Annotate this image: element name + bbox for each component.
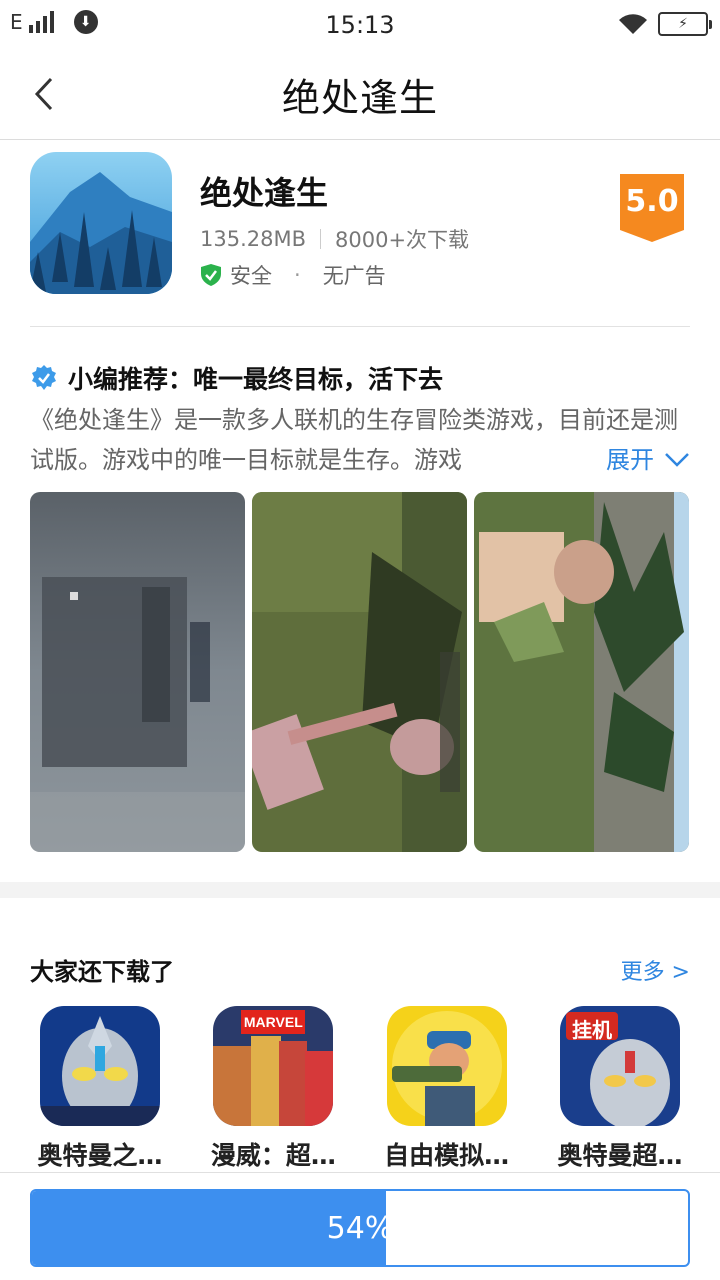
download-count: 8000+次下载 <box>335 228 470 252</box>
network-type: E <box>10 10 23 34</box>
app-name: 绝处逢生 <box>200 174 329 212</box>
recommend-title: 大家还下载了 <box>30 958 174 986</box>
recommend-name: 漫威：超… <box>210 1141 336 1170</box>
app-icon-ultraman-1 <box>40 1006 160 1126</box>
recommend-name: 奥特曼之… <box>37 1141 163 1170</box>
expand-button[interactable]: 展开 <box>602 440 690 480</box>
safe-label: 安全 <box>230 264 272 288</box>
rating-badge: 5.0 <box>620 174 684 244</box>
chevron-left-icon <box>34 77 53 111</box>
screenshot-menu[interactable] <box>30 492 245 852</box>
more-link[interactable]: 更多 > <box>621 954 690 986</box>
status-right: ⚡ <box>618 12 712 36</box>
guaji-badge: 挂机 <box>571 1018 612 1042</box>
progress-label: 54% <box>326 1210 394 1246</box>
recommend-name: 自由模拟… <box>384 1141 510 1170</box>
verified-badge-icon <box>32 365 56 390</box>
screenshot-field-zombie[interactable] <box>474 492 689 852</box>
app-size: 135.28MB <box>200 227 307 251</box>
bottom-bar: 54% <box>0 1172 720 1280</box>
status-left: E ⬇ <box>10 10 98 34</box>
recommend-item[interactable]: MARVEL 漫威：超… <box>193 1006 353 1172</box>
nav-bar: 绝处逢生 <box>0 50 720 140</box>
rating-value: 5.0 <box>625 184 679 219</box>
status-time: 15:13 <box>325 11 395 39</box>
chevron-down-icon <box>665 453 689 467</box>
no-ads-label: 无广告 <box>322 264 386 288</box>
expand-label: 展开 <box>606 446 654 474</box>
editor-title-text: 小编推荐：唯一最终目标，活下去 <box>68 365 444 394</box>
shield-check-icon <box>201 264 221 286</box>
wifi-icon <box>619 14 647 35</box>
marvel-badge: MARVEL <box>243 1014 303 1030</box>
app-icon-ultraman-2: 挂机 <box>559 1006 680 1126</box>
screenshot-forest-axe[interactable] <box>252 492 467 852</box>
back-button[interactable] <box>22 72 66 116</box>
page-title: 绝处逢生 <box>281 76 438 120</box>
status-bar: E ⬇ 15:13 ⚡ <box>0 0 720 50</box>
download-progress-button[interactable]: 54% <box>30 1189 690 1267</box>
app-icon <box>30 152 172 294</box>
section-gap <box>0 882 720 898</box>
tag-separator: · <box>294 263 301 287</box>
download-status-icon: ⬇ <box>73 10 98 34</box>
recommend-list: 奥特曼之… MARVEL 漫威：超… 自由模拟… 挂机 奥特曼超… <box>20 1006 700 1172</box>
app-header: 绝处逢生 135.28MB 8000+次下载 安全 · 无广告 5.0 <box>30 152 690 297</box>
screenshot-gallery <box>30 492 690 852</box>
recommend-item[interactable]: 奥特曼之… <box>20 1006 180 1172</box>
app-tags: 安全 · 无广告 <box>200 260 386 290</box>
meta-divider <box>320 229 322 249</box>
app-meta: 135.28MB 8000+次下载 <box>200 224 469 254</box>
app-icon-marvel: MARVEL <box>213 1006 334 1126</box>
recommend-item[interactable]: 挂机 奥特曼超… <box>540 1006 700 1172</box>
signal-icon <box>28 11 54 33</box>
recommend-item[interactable]: 自由模拟… <box>367 1006 527 1172</box>
editor-recommendation-title: 小编推荐：唯一最终目标，活下去 <box>30 360 443 396</box>
recommend-name: 奥特曼超… <box>557 1141 683 1170</box>
editor-description: 《绝处逢生》是一款多人联机的生存冒险类游戏，目前还是测试版。游戏中的唯一目标就是… <box>30 406 678 474</box>
battery-charging-icon: ⚡ <box>658 12 712 36</box>
app-icon-soldier <box>386 1006 507 1126</box>
divider <box>30 326 690 327</box>
